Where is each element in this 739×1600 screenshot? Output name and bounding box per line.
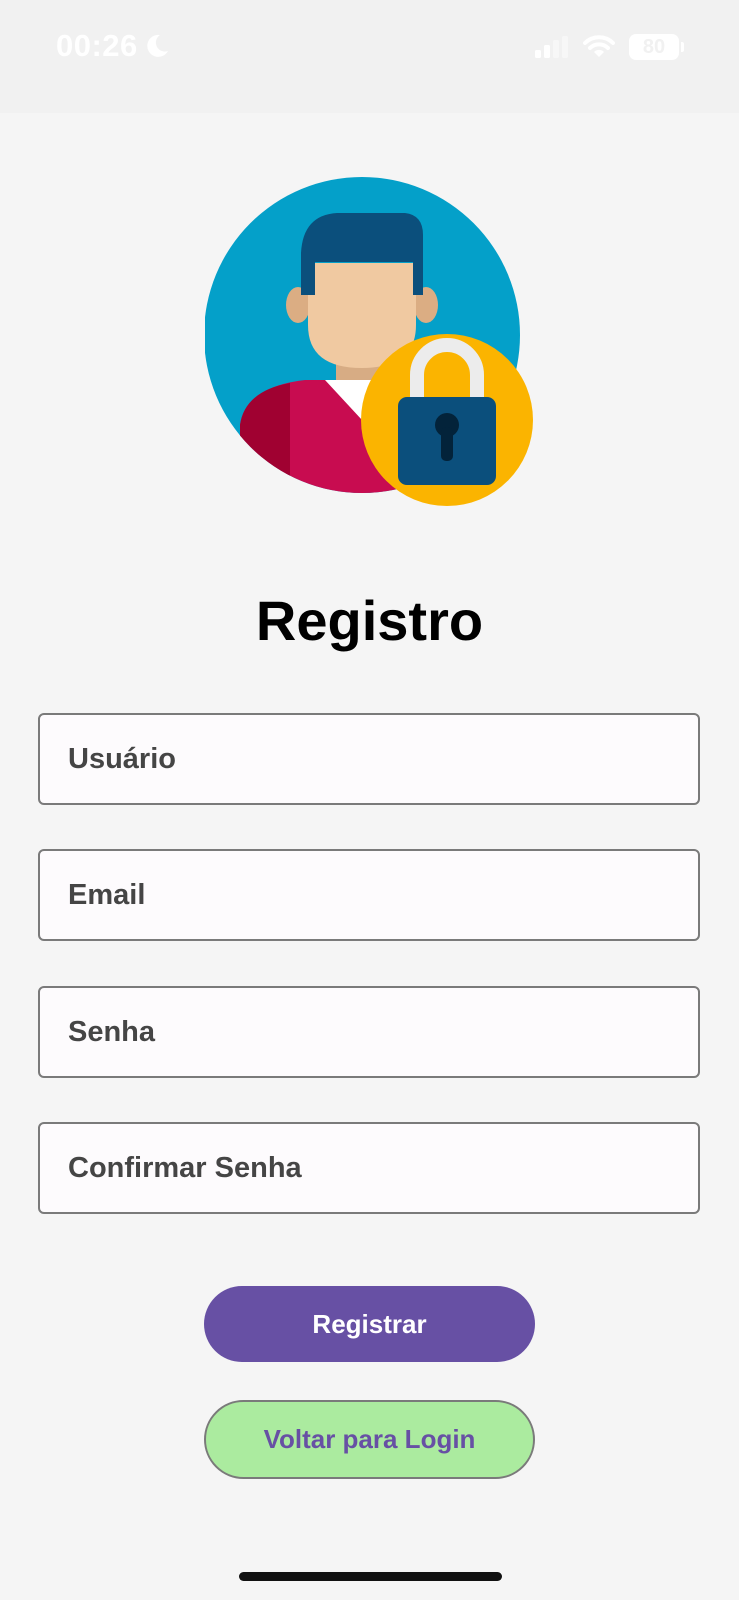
email-field[interactable]	[38, 849, 700, 941]
battery-level: 80	[642, 35, 666, 58]
signal-icon	[535, 36, 568, 58]
status-time: 00:26	[56, 28, 170, 64]
username-input[interactable]	[40, 715, 698, 803]
confirm-password-field[interactable]	[38, 1122, 700, 1214]
confirm-password-input[interactable]	[40, 1124, 698, 1212]
battery-icon: 80	[629, 34, 684, 60]
register-button[interactable]: Registrar	[204, 1286, 535, 1362]
register-button-label: Registrar	[312, 1308, 427, 1339]
back-to-login-button[interactable]: Voltar para Login	[204, 1400, 535, 1479]
email-input[interactable]	[40, 851, 698, 939]
status-icons: 80	[535, 34, 684, 60]
back-to-login-label: Voltar para Login	[263, 1424, 476, 1454]
home-indicator[interactable]	[239, 1572, 502, 1581]
time-text: 00:26	[56, 28, 138, 63]
password-input[interactable]	[40, 988, 698, 1076]
username-field[interactable]	[38, 713, 700, 805]
user-lock-icon	[205, 177, 533, 506]
moon-icon	[147, 34, 168, 57]
status-bar: 00:26 80	[0, 0, 739, 113]
page-title: Registro	[255, 589, 484, 652]
password-field[interactable]	[38, 986, 700, 1078]
battery-cap	[681, 42, 684, 52]
wifi-icon	[583, 35, 615, 57]
